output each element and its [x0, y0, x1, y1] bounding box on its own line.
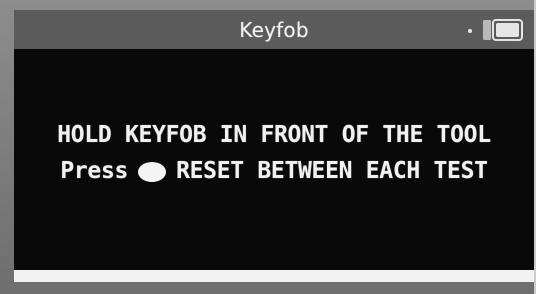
instruction-line-1: HOLD KEYFOB IN FRONT OF THE TOOL — [57, 122, 491, 148]
bottom-bar — [14, 270, 534, 282]
title-bar: Keyfob — [14, 10, 534, 49]
reset-instruction: RESET BETWEEN EACH TEST — [176, 158, 488, 184]
screen-title: Keyfob — [239, 17, 309, 42]
status-dot-icon — [468, 29, 472, 33]
device-display: Keyfob HOLD KEYFOB IN FRONT OF THE TOOL … — [0, 0, 536, 294]
main-content: HOLD KEYFOB IN FRONT OF THE TOOL Press R… — [14, 49, 534, 270]
instruction-line-2-row: Press RESET BETWEEN EACH TEST — [60, 158, 488, 184]
battery-icon — [483, 19, 523, 41]
round-button-icon — [138, 162, 167, 182]
screen-panel: Keyfob HOLD KEYFOB IN FRONT OF THE TOOL … — [14, 10, 534, 282]
press-label: Press — [60, 158, 129, 184]
instruction-line-2: Press RESET BETWEEN EACH TEST — [14, 158, 534, 184]
